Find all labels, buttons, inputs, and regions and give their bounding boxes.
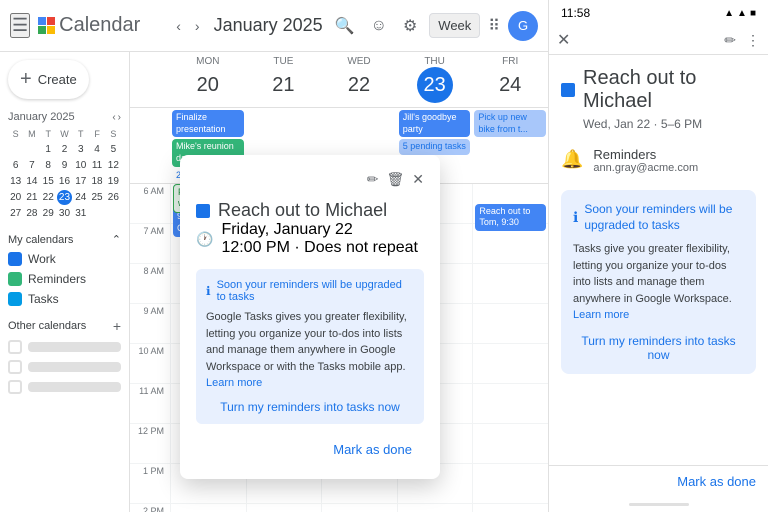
mobile-close-button[interactable]: ✕ [557, 30, 570, 50]
bottom-handle [629, 503, 689, 506]
modal-footer: Mark as done [196, 436, 424, 463]
modal-overlay: ✏ 🗑 ✕ Reach out to Michael 🕐 Friday, Jan… [0, 0, 548, 512]
modal-info-header: ℹ Soon your reminders will be upgraded t… [206, 279, 414, 303]
battery-icon: ■ [750, 8, 756, 19]
info-icon: ℹ [206, 284, 211, 298]
mobile-app-actions: ✏ ⋮ [724, 32, 760, 49]
mobile-event-title-row: Reach out to Michael [561, 67, 756, 113]
modal-title-text: Reach out to Michael [218, 200, 387, 221]
edit-event-button[interactable]: ✏ [367, 171, 379, 188]
close-popup-button[interactable]: ✕ [412, 171, 424, 188]
modal-info-title-text: Soon your reminders will be upgraded to … [217, 279, 414, 303]
modal-actions: ✏ 🗑 ✕ [367, 171, 424, 188]
modal-color-dot [196, 204, 210, 218]
event-detail-popup: ✏ 🗑 ✕ Reach out to Michael 🕐 Friday, Jan… [180, 155, 440, 479]
calendar-panel: ☰ Calendar ‹ › January 2025 🔍 ☺ ⚙ Week ⠿… [0, 0, 548, 512]
mobile-time: 11:58 [561, 6, 590, 20]
mobile-reminder-info: Reminders ann.gray@acme.com [593, 147, 756, 174]
clock-icon: 🕐 [196, 231, 213, 248]
mobile-reminder-title: Reminders [593, 147, 756, 162]
wifi-icon: ▲ [724, 8, 734, 19]
modal-header: ✏ 🗑 ✕ [196, 171, 424, 188]
mobile-status-icons: ▲ ▲ ■ [724, 8, 756, 19]
modal-upgrade-button[interactable]: Turn my reminders into tasks now [206, 400, 414, 414]
modal-date-row: 🕐 Friday, January 22 12:00 PM · Does not… [196, 221, 424, 257]
mobile-upgrade-box: ℹ Soon your reminders will be upgraded t… [561, 190, 756, 374]
mobile-more-button[interactable]: ⋮ [746, 32, 760, 49]
mobile-edit-button[interactable]: ✏ [724, 32, 736, 49]
modal-time-line: 12:00 PM · Does not repeat [221, 239, 418, 257]
mobile-upgrade-button[interactable]: Turn my reminders into tasks now [573, 334, 744, 362]
reminder-bell-icon: 🔔 [561, 149, 583, 170]
mobile-reminder-email: ann.gray@acme.com [593, 162, 756, 174]
mobile-upgrade-title-text: Soon your reminders will be upgraded to … [584, 202, 744, 233]
mobile-learn-more-link[interactable]: Learn more [573, 309, 629, 321]
modal-info-body: Google Tasks gives you greater flexibili… [206, 309, 414, 392]
modal-date-line: Friday, January 22 [221, 221, 418, 239]
mobile-app-bar: ✕ ✏ ⋮ [549, 26, 768, 55]
mobile-mark-done-button[interactable]: Mark as done [677, 474, 756, 489]
mobile-info-icon: ℹ [573, 209, 578, 226]
mobile-status-bar: 11:58 ▲ ▲ ■ [549, 0, 768, 26]
mobile-upgrade-header: ℹ Soon your reminders will be upgraded t… [573, 202, 744, 233]
mobile-footer: Mark as done [549, 465, 768, 497]
modal-event-title: Reach out to Michael [196, 200, 424, 221]
mobile-event-time: Wed, Jan 22 · 5–6 PM [583, 117, 756, 131]
modal-info-box: ℹ Soon your reminders will be upgraded t… [196, 269, 424, 424]
modal-learn-more-link[interactable]: Learn more [206, 377, 262, 389]
mobile-content: Reach out to Michael Wed, Jan 22 · 5–6 P… [549, 55, 768, 465]
mobile-reminder-section: 🔔 Reminders ann.gray@acme.com [561, 147, 756, 174]
signal-icon: ▲ [737, 8, 747, 19]
mobile-panel: 11:58 ▲ ▲ ■ ✕ ✏ ⋮ Reach out to Michael W… [548, 0, 768, 512]
delete-event-button[interactable]: 🗑 [386, 171, 404, 188]
mobile-upgrade-body: Tasks give you greater flexibility, lett… [573, 241, 744, 324]
mark-done-button[interactable]: Mark as done [321, 436, 424, 463]
mobile-event-title-text: Reach out to Michael [583, 67, 756, 113]
modal-date-details: Friday, January 22 12:00 PM · Does not r… [221, 221, 418, 257]
mobile-event-color-dot [561, 83, 575, 97]
